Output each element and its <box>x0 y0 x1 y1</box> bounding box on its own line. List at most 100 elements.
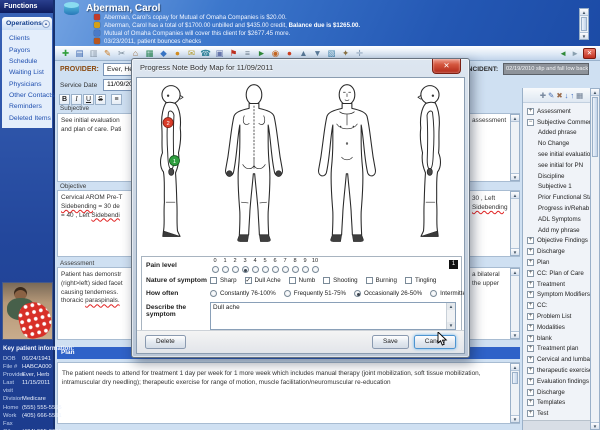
copy-icon[interactable]: ▥ <box>87 47 100 59</box>
expand-icon[interactable]: + <box>527 389 534 396</box>
tree-item-cc[interactable]: +CC: <box>523 300 600 311</box>
describe-scrollbar[interactable]: ▲ ▼ <box>446 303 455 329</box>
scroll-down-icon[interactable]: ▼ <box>591 422 599 429</box>
tree-item-modalities[interactable]: +Modalities <box>523 322 600 333</box>
checkbox-numb[interactable] <box>289 277 296 284</box>
tree-item-assessment[interactable]: +Assessment <box>523 106 600 117</box>
radio-intermittently-0-25[interactable] <box>430 290 437 297</box>
scroll-up-icon[interactable]: ▲ <box>511 269 519 276</box>
tree-item-plan[interactable]: +Plan <box>523 257 600 268</box>
often-option-occasionally-26-50[interactable]: Occasionally 26-50% <box>354 290 422 297</box>
tree-item-test[interactable]: +Test <box>523 408 600 419</box>
sidebar-item-waiting-list[interactable]: Waiting List <box>2 67 52 78</box>
cancel-button[interactable]: Cancel <box>414 335 456 349</box>
forward-arrow-icon[interactable]: ► <box>571 49 579 58</box>
expand-icon[interactable]: + <box>527 270 534 277</box>
delete-phrase-icon[interactable]: ✖ <box>556 89 562 102</box>
sidebar-item-deleted-items[interactable]: Deleted Items <box>2 113 52 124</box>
expand-icon[interactable]: + <box>527 281 534 288</box>
pain-level-9[interactable]: 9 <box>300 258 310 273</box>
often-option-intermittently-0-25[interactable]: Intermittently 0 - 25% <box>430 290 465 297</box>
nature-option-tingling[interactable]: Tingling <box>405 277 436 284</box>
tree-item-added-phrase[interactable]: Added phrase <box>523 128 600 139</box>
expand-icon[interactable]: + <box>527 399 534 406</box>
add-phrase-icon[interactable]: ✚ <box>540 89 546 102</box>
checkbox-burning[interactable] <box>366 277 373 284</box>
tree-item-treatment[interactable]: +Treatment <box>523 279 600 290</box>
tree-item-objective-findings[interactable]: +Objective Findings <box>523 236 600 247</box>
edit-phrase-icon[interactable]: ✎ <box>548 89 554 102</box>
expand-icon[interactable]: + <box>527 335 534 342</box>
tree-item-progress-in-rehab-program[interactable]: Progress in/Rehab Program <box>523 203 600 214</box>
sidebar-item-schedule[interactable]: Schedule <box>2 56 52 67</box>
add-icon[interactable]: ✚ <box>59 47 72 59</box>
body-figure-front-view[interactable] <box>305 83 389 251</box>
objective-scrollbar[interactable]: ▲ ▼ <box>510 191 520 256</box>
nature-option-shooting[interactable]: Shooting <box>323 277 357 284</box>
move-up-icon[interactable]: ↑ <box>570 89 574 102</box>
tree-item-evaluation-findings[interactable]: +Evaluation findings <box>523 376 600 387</box>
sidebar-item-clients[interactable]: Clients <box>2 33 52 44</box>
pain-level-3[interactable]: 3 <box>240 258 250 273</box>
scroll-up-icon[interactable]: ▲ <box>511 364 519 371</box>
pain-level-4[interactable]: 4 <box>250 258 260 273</box>
often-option-frequently-51-75[interactable]: Frequently 51-75% <box>284 290 346 297</box>
operations-collapse-icon[interactable]: ▴ <box>42 20 50 28</box>
pain-level-radio-1[interactable] <box>222 266 229 273</box>
back-arrow-icon[interactable]: ◄ <box>559 49 567 58</box>
tree-item-prior-functional-status[interactable]: Prior Functional Status <box>523 192 600 203</box>
tree-item-cc-plan-of-care[interactable]: +CC: Plan of Care <box>523 268 600 279</box>
scroll-up-icon[interactable]: ▲ <box>447 303 455 310</box>
tree-item-symptom-modifiers[interactable]: +Symptom Modifiers <box>523 290 600 301</box>
edit-icon[interactable]: ✎ <box>101 47 114 59</box>
pain-level-10[interactable]: 10 <box>310 258 320 273</box>
scroll-up-icon[interactable]: ▲ <box>591 89 599 96</box>
tree-item-subjective-comments[interactable]: −Subjective Comments <box>523 117 600 128</box>
incident-dropdown[interactable]: 02/19/2010 slip and fall low back <box>503 63 589 75</box>
tree-item-problem-list[interactable]: +Problem List <box>523 311 600 322</box>
expand-icon[interactable]: + <box>527 356 534 363</box>
pain-level-radio-10[interactable] <box>312 266 319 273</box>
radio-occasionally-26-50[interactable] <box>354 290 361 297</box>
pain-level-7[interactable]: 7 <box>280 258 290 273</box>
scroll-up-icon[interactable]: ▲ <box>511 192 519 199</box>
scroll-up-icon[interactable]: ▲ <box>511 115 519 122</box>
nature-option-burning[interactable]: Burning <box>366 277 397 284</box>
tree-item-add-my-phrase[interactable]: Add my phrase <box>523 225 600 236</box>
tree-item-see-initial-for-pn[interactable]: see initial for PN <box>523 160 600 171</box>
format-b-button[interactable]: B <box>59 94 70 105</box>
body-figure-left-side-view[interactable]: 2 1 <box>143 83 203 251</box>
tree-item-adl-symptoms[interactable]: ADL Symptoms <box>523 214 600 225</box>
body-figure-back-view[interactable] <box>212 83 296 251</box>
save-icon[interactable]: ▤ <box>73 47 86 59</box>
move-down-icon[interactable]: ↓ <box>565 89 569 102</box>
pain-level-6[interactable]: 6 <box>270 258 280 273</box>
save-button[interactable]: Save <box>372 335 409 349</box>
radio-frequently-51-75[interactable] <box>284 290 291 297</box>
checkbox-dull-ache[interactable]: ✓ <box>245 277 252 284</box>
scrollbar-thumb[interactable] <box>512 372 518 384</box>
expand-icon[interactable]: + <box>527 345 534 352</box>
expand-icon[interactable]: + <box>527 324 534 331</box>
scroll-down-icon[interactable]: ▼ <box>447 322 455 329</box>
cut-icon[interactable]: ✂ <box>115 47 128 59</box>
scroll-down-icon[interactable]: ▼ <box>511 331 519 338</box>
tree-item-therapeutic-exercise[interactable]: +therapeutic exercise <box>523 365 600 376</box>
scrollbar-thumb[interactable] <box>592 97 598 157</box>
expand-icon[interactable]: + <box>527 410 534 417</box>
scroll-down-icon[interactable]: ▼ <box>580 32 588 39</box>
pain-level-0[interactable]: 0 <box>210 258 220 273</box>
scroll-up-icon[interactable]: ▲ <box>580 9 588 16</box>
dialog-close-button[interactable]: ✕ <box>432 59 461 74</box>
alerts-scrollbar[interactable]: ▲ ▼ <box>579 8 589 40</box>
format-s-button[interactable]: S <box>95 94 106 105</box>
sidebar-item-physicians[interactable]: Physicians <box>2 79 52 90</box>
expand-icon[interactable]: + <box>527 313 534 320</box>
pain-level-radio-5[interactable] <box>262 266 269 273</box>
expand-icon[interactable]: + <box>527 237 534 244</box>
assessment-scrollbar[interactable]: ▲ ▼ <box>510 268 520 339</box>
nature-option-dull-ache[interactable]: ✓Dull Ache <box>245 277 281 284</box>
tree-item-discharge[interactable]: +Discharge <box>523 246 600 257</box>
expand-icon[interactable]: + <box>527 108 534 115</box>
tree-item-discipline[interactable]: Discipline <box>523 171 600 182</box>
